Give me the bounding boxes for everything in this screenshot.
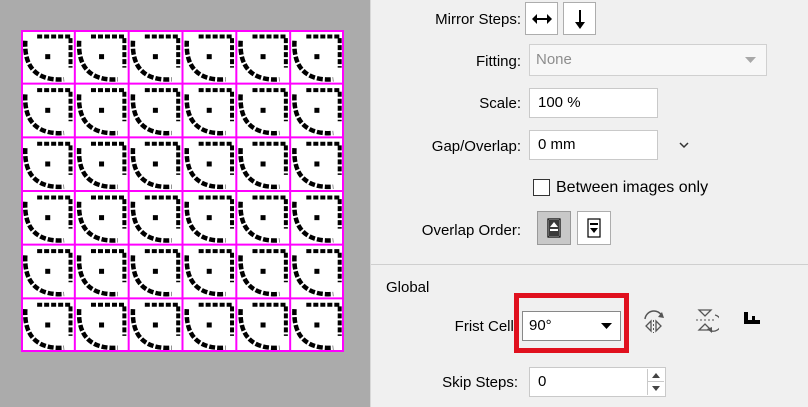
pattern-tile xyxy=(184,195,235,243)
pattern-tile xyxy=(130,249,181,297)
pattern-tile xyxy=(130,141,181,190)
pattern-tile xyxy=(292,88,342,136)
pattern-tile xyxy=(23,88,73,136)
pattern-tile xyxy=(292,195,342,243)
arrow-left-right-icon xyxy=(531,13,552,24)
pattern-tile xyxy=(23,249,73,297)
pattern-tile xyxy=(130,34,181,82)
pattern-tile xyxy=(76,88,127,136)
chevron-up-icon[interactable] xyxy=(651,372,661,379)
rotate-cell-icon[interactable] xyxy=(641,307,667,335)
tile-preview-canvas xyxy=(21,30,344,352)
pattern-tile xyxy=(76,195,127,243)
pattern-tile xyxy=(184,141,235,190)
pattern-tile xyxy=(23,302,73,351)
pattern-tile xyxy=(76,34,127,82)
overlap-order-label: Overlap Order: xyxy=(421,222,521,239)
layer-order-bottom-icon xyxy=(587,218,601,238)
mirror-vertical-button[interactable] xyxy=(563,2,596,35)
skip-steps-spinner[interactable] xyxy=(647,369,664,395)
fitting-dropdown[interactable]: None xyxy=(529,44,767,76)
pattern-tile xyxy=(292,302,342,351)
chevron-down-icon[interactable] xyxy=(679,142,689,149)
skip-steps-label: Skip Steps: xyxy=(442,374,518,391)
pattern-tile xyxy=(76,141,127,190)
gap-overlap-input[interactable]: 0 mm xyxy=(529,130,658,160)
pattern-tile xyxy=(130,88,181,136)
tile-preview-grid xyxy=(21,30,344,352)
overlap-order-top-button[interactable] xyxy=(537,211,571,245)
pattern-tile xyxy=(23,34,73,82)
pattern-tile xyxy=(238,302,288,351)
pattern-tile xyxy=(292,249,342,297)
pattern-tile xyxy=(76,302,127,351)
pattern-tile xyxy=(23,141,73,190)
first-cell-label: Frist Cell: xyxy=(454,318,518,335)
pattern-tile xyxy=(238,34,288,82)
flip-vertical-icon[interactable] xyxy=(693,307,719,335)
between-images-checkbox[interactable] xyxy=(533,179,550,196)
pattern-tile xyxy=(238,88,288,136)
pattern-tile xyxy=(184,88,235,136)
pattern-tile xyxy=(238,141,288,190)
overlap-order-bottom-button[interactable] xyxy=(577,211,611,245)
between-images-label: Between images only xyxy=(556,179,709,196)
pattern-tile xyxy=(184,302,235,351)
scale-label: Scale: xyxy=(479,95,521,112)
mirror-steps-label: Mirror Steps: xyxy=(435,11,521,28)
pattern-tile xyxy=(184,249,235,297)
section-separator xyxy=(371,264,808,265)
pattern-tile xyxy=(238,249,288,297)
cell-corner-icon xyxy=(744,312,760,324)
skip-steps-input[interactable]: 0 xyxy=(529,367,666,397)
mirror-horizontal-button[interactable] xyxy=(525,2,558,35)
gap-overlap-label: Gap/Overlap: xyxy=(431,138,521,155)
layer-order-top-icon xyxy=(547,218,561,238)
skip-steps-value: 0 xyxy=(538,373,547,390)
pattern-tile xyxy=(130,195,181,243)
pattern-tile xyxy=(130,302,181,351)
chevron-down-icon[interactable] xyxy=(651,385,661,392)
pattern-tile xyxy=(23,195,73,243)
first-cell-dropdown[interactable]: 90° xyxy=(522,311,621,341)
pattern-tile xyxy=(238,195,288,243)
fitting-value: None xyxy=(536,51,572,68)
global-section-label: Global xyxy=(386,279,430,296)
pattern-tile xyxy=(184,34,235,82)
first-cell-value: 90° xyxy=(529,317,552,334)
pattern-tile xyxy=(292,34,342,82)
scale-input[interactable]: 100 % xyxy=(529,88,658,118)
chevron-down-icon xyxy=(745,57,756,63)
arrow-down-icon xyxy=(574,9,585,29)
pattern-tile xyxy=(292,141,342,190)
pattern-tile xyxy=(76,249,127,297)
fitting-label: Fitting: xyxy=(475,53,521,70)
chevron-down-icon xyxy=(601,323,612,329)
